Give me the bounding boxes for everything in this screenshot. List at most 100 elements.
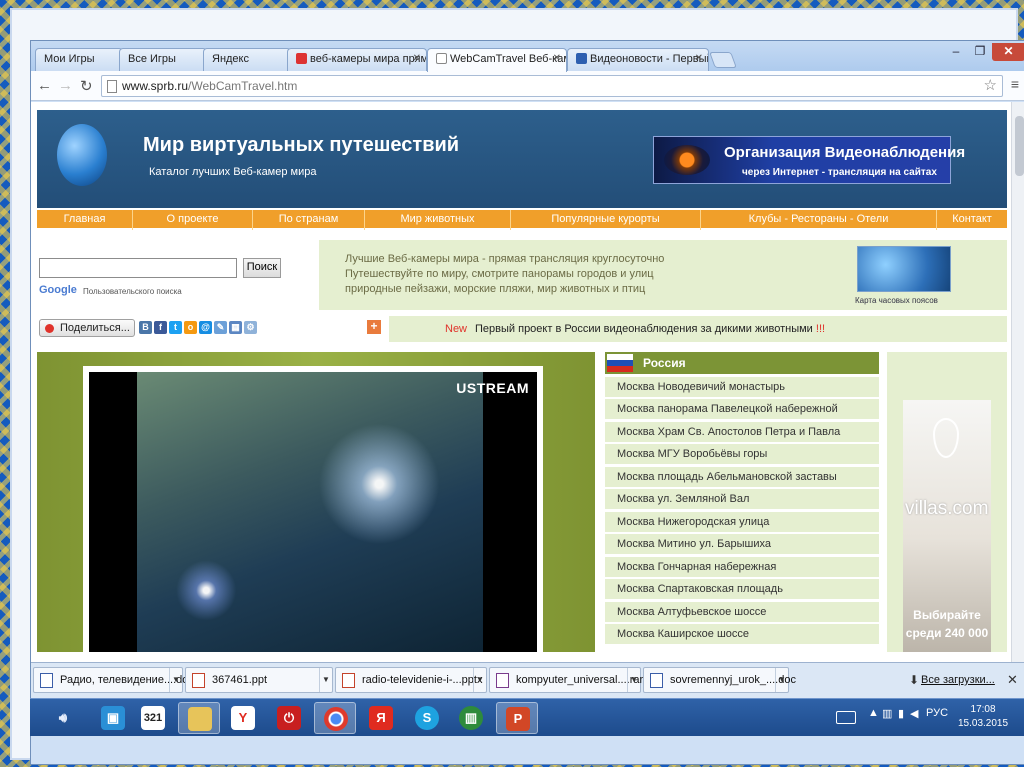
volume-icon[interactable]: ◀ [910,707,918,720]
clock[interactable]: 17:08 15.03.2015 [958,703,1008,731]
download-item[interactable]: 367461.ppt ▼ [185,667,333,693]
cam-link[interactable]: Москва панорама Павелецкой набережной [605,399,879,419]
mailru-icon[interactable]: @ [199,321,212,334]
cam-link[interactable]: Москва ул. Земляной Вал [605,489,879,509]
cam-link[interactable]: Москва площадь Абельмановской заставы [605,466,879,487]
battery-icon[interactable]: ▮ [898,707,904,720]
cam-link[interactable]: Москва Спартаковская площадь [605,579,879,599]
network-icon[interactable]: ▥ [882,707,892,720]
cam-link[interactable]: Москва Нижегородская улица [605,511,879,532]
nav-clubs[interactable]: Клубы - Рестораны - Отели [701,210,937,230]
nav-home[interactable]: Главная [37,210,133,230]
search-button[interactable]: Поиск [243,258,281,278]
odnoklassniki-icon[interactable]: o [184,321,197,334]
news-ticker[interactable]: New Первый проект в России видеонаблюдени… [389,316,1007,342]
nav-about[interactable]: О проекте [133,210,253,230]
close-tab-icon[interactable]: ✕ [695,53,703,64]
back-icon[interactable]: ← [37,77,52,94]
country-header: Россия [605,352,879,374]
cam-link[interactable]: Москва Каширское шоссе [605,624,879,644]
taskbar-yandex-browser[interactable]: Y [222,702,264,734]
page-scrollbar[interactable] [1011,102,1024,662]
content-area: USTREAM Россия Москва Новодевичий монаст… [37,352,1007,652]
download-item[interactable]: sovremennyj_urok_....doc ▼ [643,667,796,693]
cam-link[interactable]: Москва Новодевичий монастырь [605,376,879,397]
minimize-button[interactable]: – [944,43,968,61]
surveillance-banner[interactable]: Организация Видеонаблюдения через Интерн… [653,136,965,184]
reload-icon[interactable]: ↻ [80,77,93,95]
taskbar-yandex[interactable]: Я [360,702,402,734]
tab-webcams[interactable]: веб-камеры мира прям ✕ [287,48,427,71]
close-tab-icon[interactable]: ✕ [553,53,561,64]
tab-label: WebCamTravel Веб-кам [450,53,567,65]
tab-webcamtravel[interactable]: WebCamTravel Веб-кам ✕ [427,48,567,72]
cam-link[interactable]: Москва Храм Св. Апостолов Петра и Павла [605,421,879,442]
banner-title: Организация Видеонаблюдения [724,144,966,161]
livejournal-icon[interactable]: ✎ [214,321,227,334]
scrollbar-thumb[interactable] [1015,116,1024,176]
villas-ad[interactable]: villas.com Выбирайте среди 240 000 [903,400,991,652]
tab-videonews[interactable]: Видеоновости - Первый ✕ [567,48,709,71]
taskbar-powerpoint[interactable]: P [496,702,538,734]
vk-icon[interactable]: В [139,321,152,334]
chevron-down-icon[interactable]: ▼ [627,668,640,692]
ad-promo-line: Выбирайте [913,608,981,622]
chevron-down-icon[interactable]: ▼ [473,668,486,692]
close-shelf-icon[interactable]: ✕ [1007,672,1018,688]
share-button[interactable]: Поделиться... [39,319,135,337]
cam-link[interactable]: Москва Гончарная набережная [605,556,879,577]
taskbar-power[interactable]: ⏻ [268,702,310,734]
add-icon[interactable]: + [367,320,381,334]
nav-countries[interactable]: По странам [253,210,365,230]
nav-animals[interactable]: Мир животных [365,210,511,230]
download-item[interactable]: kompyuter_universal....rar ▼ [489,667,643,693]
tray-arrow-icon[interactable]: ▲ [868,707,879,719]
nav-contact[interactable]: Контакт [937,210,1007,230]
bookmark-star-icon[interactable]: ☆ [984,76,997,94]
download-name: 367461.ppt [212,674,268,686]
page-viewport: Мир виртуальных путешествий Каталог лучш… [31,102,1011,662]
description-box: Лучшие Веб-камеры мира - прямая трансляц… [319,240,1007,310]
cam-link[interactable]: Москва Алтуфьевское шоссе [605,601,879,622]
video-frame: USTREAM [83,366,543,652]
chevron-down-icon[interactable]: ▼ [775,668,788,692]
nav-resorts[interactable]: Популярные курорты [511,210,701,230]
maximize-button[interactable]: ❐ [968,43,992,61]
close-tab-icon[interactable]: ✕ [413,53,421,64]
taskbar-calendar[interactable]: 321 [132,702,174,734]
timezone-map[interactable] [857,246,951,292]
taskbar-excel[interactable]: ▥ [450,702,492,734]
close-window-button[interactable]: ✕ [992,43,1024,61]
video-player[interactable]: USTREAM [89,372,537,652]
timezone-map-caption[interactable]: Карта часовых поясов [855,296,938,305]
tab-yandex[interactable]: Яндекс [203,48,291,71]
new-tab-button[interactable] [709,52,737,68]
cam-link[interactable]: Москва Митино ул. Барышиха [605,534,879,554]
taskbar-app[interactable]: ▣ [92,702,134,734]
taskbar-audio[interactable]: 🔊︎ [42,702,84,734]
taskbar-skype[interactable]: S [406,702,448,734]
download-item[interactable]: radio-televidenie-i-...pptx ▼ [335,667,487,693]
taskbar-chrome[interactable] [314,702,356,734]
keyboard-icon[interactable] [836,711,856,724]
download-item[interactable]: Радио, телевидение....doc ▼ [33,667,194,693]
search-input[interactable] [39,258,237,278]
tab-moi-igry[interactable]: Мои Игры [35,48,123,71]
menu-icon[interactable]: ≡ [1011,76,1019,92]
language-indicator[interactable]: РУС [926,707,948,719]
taskbar-explorer[interactable] [178,702,220,734]
calendar-icon: 321 [141,706,165,730]
chevron-down-icon[interactable]: ▼ [319,668,332,692]
forward-icon[interactable]: → [58,77,73,94]
cam-link[interactable]: Москва МГУ Воробьёвы горы [605,444,879,464]
twitter-icon[interactable]: t [169,321,182,334]
all-downloads-link[interactable]: Все загрузки... [921,674,995,686]
more-share-icon[interactable]: ⚙ [244,321,257,334]
browser-toolbar: ← → ↻ www.sprb.ru/WebCamTravel.htm ☆ ≡ [31,71,1024,101]
address-bar[interactable]: www.sprb.ru/WebCamTravel.htm [101,75,1003,97]
bookmarks-icon[interactable]: ▦ [229,321,242,334]
chevron-down-icon[interactable]: ▼ [169,668,182,692]
tab-strip: Мои Игры Все Игры Яндекс веб-камеры мира… [31,41,1024,72]
tab-vse-igry[interactable]: Все Игры [119,48,207,71]
facebook-icon[interactable]: f [154,321,167,334]
